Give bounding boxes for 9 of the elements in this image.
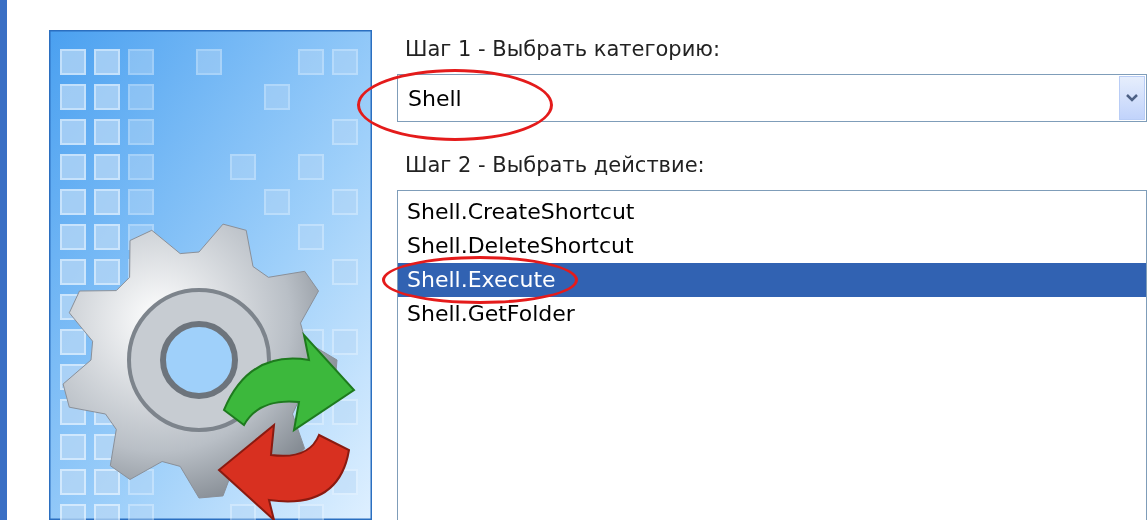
action-list-item[interactable]: Shell.CreateShortcut: [398, 195, 1146, 229]
action-list-item[interactable]: Shell.DeleteShortcut: [398, 229, 1146, 263]
action-list-item[interactable]: Shell.Execute: [398, 263, 1146, 297]
chevron-down-icon: [1126, 94, 1138, 102]
dropdown-button[interactable]: [1119, 76, 1145, 120]
step-label: Шаг 2 - Выбрать действие:: [404, 152, 706, 179]
step-label: Шаг 1 - Выбрать категорию:: [404, 36, 722, 63]
action-list-item[interactable]: Shell.GetFolder: [398, 297, 1146, 331]
category-dropdown[interactable]: Shell: [397, 74, 1147, 122]
